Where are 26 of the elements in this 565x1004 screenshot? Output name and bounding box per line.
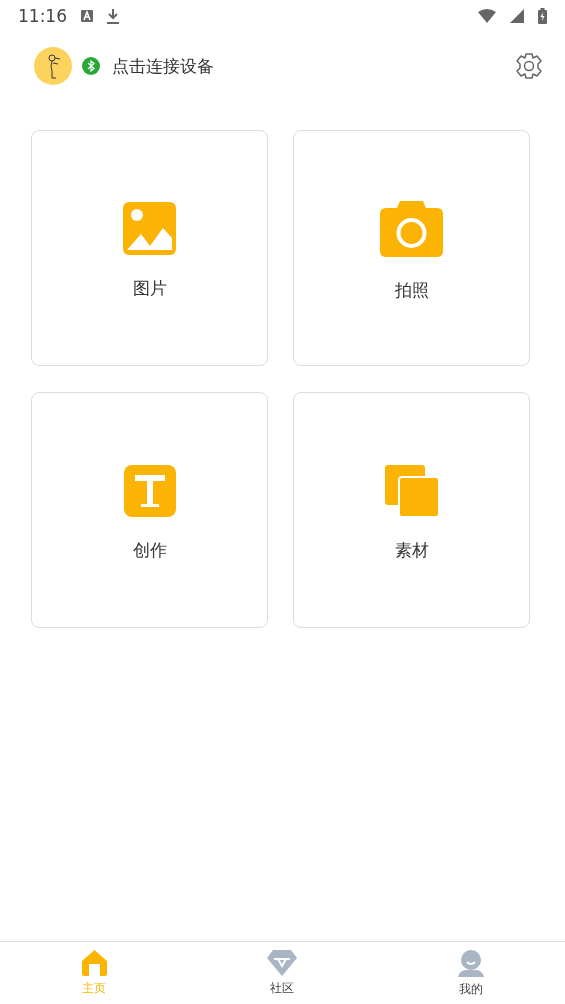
status-time: 11:16 [18, 6, 67, 26]
image-icon [123, 202, 176, 255]
user-icon [457, 950, 484, 977]
nav-tab[interactable]: 社区 [188, 942, 377, 1004]
battery-icon [538, 8, 547, 24]
connect-device-label[interactable]: 点击连接设备 [112, 54, 515, 78]
keyboard-icon [81, 10, 93, 22]
feature-tile[interactable]: 素材 [293, 392, 530, 628]
feature-tile[interactable]: 创作 [31, 392, 268, 628]
diamond-icon [267, 950, 298, 976]
tile-label: 素材 [394, 538, 429, 562]
wifi-icon [478, 9, 496, 23]
feature-tile[interactable]: 图片 [31, 130, 268, 366]
tile-label: 图片 [132, 277, 167, 300]
tile-label: 拍照 [394, 278, 429, 302]
signal-icon [510, 9, 524, 23]
feature-tile[interactable]: 拍照 [293, 130, 530, 366]
text-icon [123, 464, 176, 517]
settings-icon[interactable] [515, 52, 543, 80]
download-icon [107, 8, 119, 24]
copy-icon [384, 464, 439, 517]
avatar[interactable] [34, 47, 72, 85]
home-icon [81, 950, 107, 976]
nav-tab[interactable]: 我的 [376, 942, 565, 1004]
camera-icon [380, 200, 443, 257]
tile-label: 创作 [132, 538, 167, 562]
